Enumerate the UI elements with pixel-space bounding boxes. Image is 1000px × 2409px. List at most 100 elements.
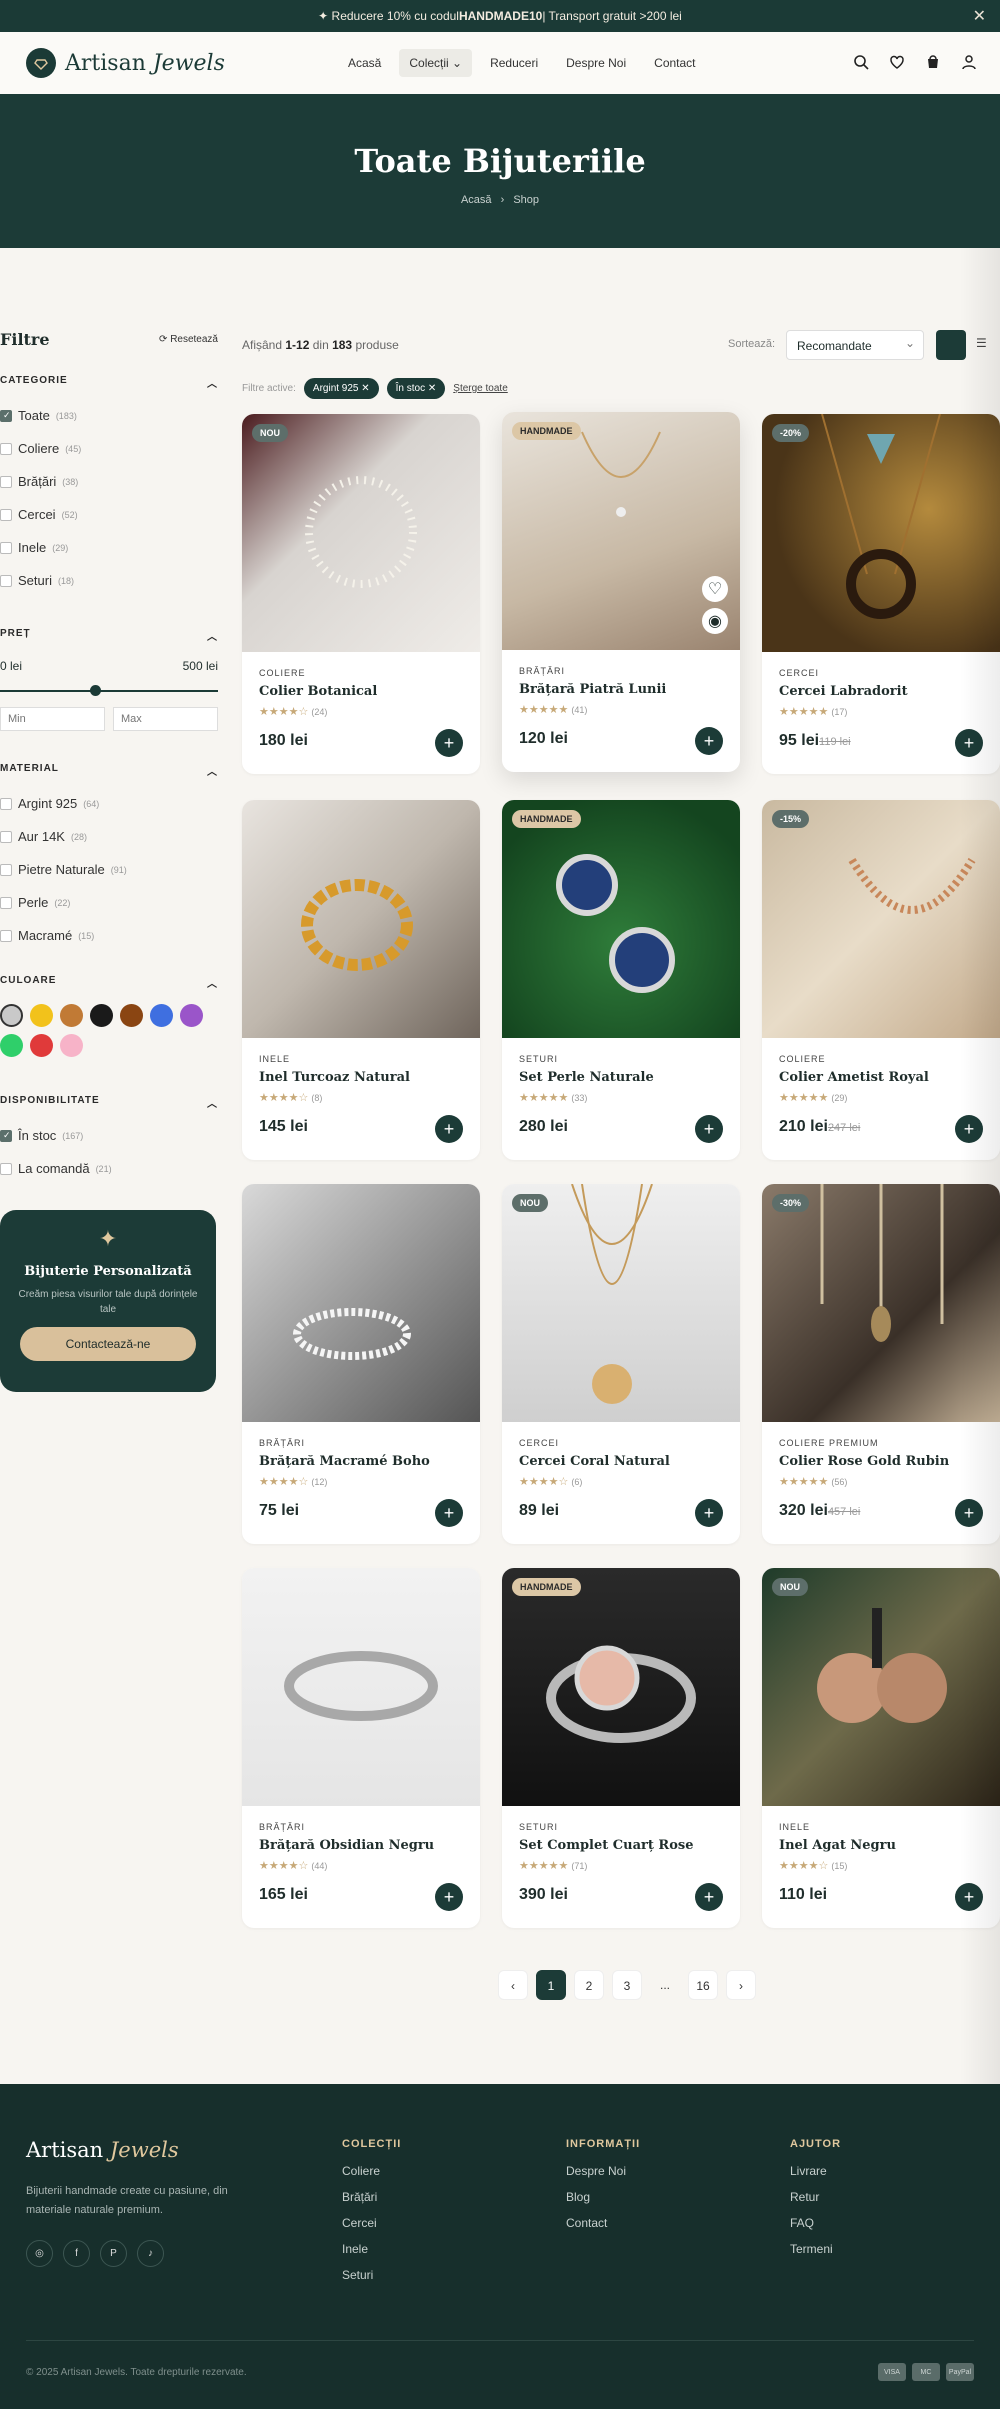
product-name[interactable]: Inel Turcoaz Natural bbox=[259, 1070, 480, 1085]
tiktok-icon[interactable]: ♪ bbox=[137, 2240, 164, 2267]
product-image[interactable] bbox=[242, 1184, 480, 1422]
add-to-cart-button[interactable]: + bbox=[695, 1883, 723, 1911]
checkbox[interactable] bbox=[0, 541, 12, 554]
add-to-cart-button[interactable]: + bbox=[695, 1499, 723, 1527]
footer-link[interactable]: Termeni bbox=[790, 2242, 841, 2256]
product-image[interactable] bbox=[242, 800, 480, 1038]
product-image[interactable] bbox=[242, 1568, 480, 1806]
footer-link[interactable]: Brățări bbox=[342, 2190, 401, 2204]
product-name[interactable]: Brățară Piatră Lunii bbox=[519, 682, 740, 697]
color-swatch[interactable] bbox=[120, 1004, 143, 1027]
footer-link[interactable]: Despre Noi bbox=[566, 2164, 640, 2178]
product-name[interactable]: Brățară Obsidian Negru bbox=[259, 1838, 480, 1853]
slider-handle[interactable] bbox=[89, 685, 101, 696]
color-swatch[interactable] bbox=[60, 1034, 83, 1057]
product-image[interactable]: HANDMADE bbox=[502, 1568, 740, 1806]
nav-item[interactable]: Reduceri bbox=[480, 49, 548, 77]
logo[interactable]: Artisan Jewels bbox=[26, 48, 225, 78]
nav-item[interactable]: Contact bbox=[644, 49, 705, 77]
filter-option[interactable]: Aur 14K (28) bbox=[0, 829, 218, 844]
product-card[interactable]: INELE Inel Turcoaz Natural ★★★★☆ (8) 145 le… bbox=[242, 800, 480, 1160]
checkbox[interactable] bbox=[0, 1162, 12, 1175]
price-max-input[interactable] bbox=[113, 707, 218, 731]
filter-option[interactable]: Cercei (52) bbox=[0, 507, 218, 522]
chevron-up-icon[interactable]: ︿ bbox=[207, 763, 218, 778]
filter-option[interactable]: Toate (183) bbox=[0, 408, 218, 423]
footer-link[interactable]: Seturi bbox=[342, 2268, 401, 2282]
checkbox[interactable] bbox=[0, 1129, 12, 1142]
price-slider[interactable] bbox=[0, 681, 218, 701]
filter-option[interactable]: Seturi (18) bbox=[0, 573, 218, 588]
footer-link[interactable]: Cercei bbox=[342, 2216, 401, 2230]
color-swatch[interactable] bbox=[0, 1004, 23, 1027]
close-icon[interactable]: ✕ bbox=[973, 6, 986, 26]
footer-link[interactable]: Inele bbox=[342, 2242, 401, 2256]
page-button[interactable]: 3 bbox=[612, 1970, 642, 2000]
product-card[interactable]: HANDMADE SETURI Set Complet Cuarț Rose ★★★★… bbox=[502, 1568, 740, 1928]
product-image[interactable]: NOU bbox=[242, 414, 480, 652]
add-to-cart-button[interactable]: + bbox=[435, 1499, 463, 1527]
checkbox[interactable] bbox=[0, 929, 12, 942]
product-card[interactable]: BRĂȚĂRI Brățară Obsidian Negru ★★★★☆ (44) 1… bbox=[242, 1568, 480, 1928]
color-swatch[interactable] bbox=[90, 1004, 113, 1027]
product-name[interactable]: Set Perle Naturale bbox=[519, 1070, 740, 1085]
footer-link[interactable]: Coliere bbox=[342, 2164, 401, 2178]
product-card[interactable]: NOU CERCEI Cercei Coral Natural ★★★★☆ (6) 89… bbox=[502, 1184, 740, 1544]
color-swatch[interactable] bbox=[30, 1034, 53, 1057]
page-button[interactable]: 2 bbox=[574, 1970, 604, 2000]
checkbox[interactable] bbox=[0, 863, 12, 876]
filter-option[interactable]: Argint 925 (64) bbox=[0, 796, 218, 811]
color-swatch[interactable] bbox=[60, 1004, 83, 1027]
product-name[interactable]: Set Complet Cuarț Rose bbox=[519, 1838, 740, 1853]
chevron-up-icon[interactable]: ︿ bbox=[207, 975, 218, 990]
reset-filters-button[interactable]: ⟳ Resetează bbox=[159, 334, 218, 345]
sort-select[interactable]: Recomandate bbox=[786, 330, 924, 360]
product-image[interactable]: NOU bbox=[502, 1184, 740, 1422]
product-name[interactable]: Brățară Macramé Boho bbox=[259, 1454, 480, 1469]
checkbox[interactable] bbox=[0, 409, 12, 422]
checkbox[interactable] bbox=[0, 475, 12, 488]
filter-option[interactable]: Brățări (38) bbox=[0, 474, 218, 489]
product-name[interactable]: Colier Botanical bbox=[259, 684, 480, 699]
chevron-up-icon[interactable]: ︿ bbox=[207, 375, 218, 390]
checkbox[interactable] bbox=[0, 797, 12, 810]
heart-icon[interactable] bbox=[888, 53, 906, 71]
filter-chip[interactable]: Argint 925 ✕ bbox=[303, 378, 379, 399]
instagram-icon[interactable]: ◎ bbox=[26, 2240, 53, 2267]
add-to-cart-button[interactable]: + bbox=[435, 1115, 463, 1143]
footer-link[interactable]: Blog bbox=[566, 2190, 640, 2204]
chevron-up-icon[interactable]: ︿ bbox=[207, 628, 218, 643]
filter-option[interactable]: În stoc (167) bbox=[0, 1128, 218, 1143]
pinterest-icon[interactable]: P bbox=[100, 2240, 127, 2267]
nav-item[interactable]: Despre Noi bbox=[556, 49, 636, 77]
user-icon[interactable] bbox=[960, 53, 978, 71]
next-page-button[interactable]: › bbox=[726, 1970, 756, 2000]
product-card[interactable]: BRĂȚĂRI Brățară Macramé Boho ★★★★☆ (12) 75 … bbox=[242, 1184, 480, 1544]
footer-link[interactable]: Livrare bbox=[790, 2164, 841, 2178]
quick-view-icon[interactable]: ◉ bbox=[702, 608, 728, 634]
product-name[interactable]: Cercei Coral Natural bbox=[519, 1454, 740, 1469]
filter-chip[interactable]: În stoc ✕ bbox=[386, 378, 446, 399]
checkbox[interactable] bbox=[0, 442, 12, 455]
search-icon[interactable] bbox=[852, 53, 870, 71]
product-card[interactable]: NOU COLIERE Colier Botanical ★★★★☆ (24) 180 … bbox=[242, 414, 480, 774]
footer-link[interactable]: FAQ bbox=[790, 2216, 841, 2230]
contact-button[interactable]: Contactează-ne bbox=[20, 1327, 196, 1361]
product-card[interactable]: HANDMADE SETURI Set Perle Naturale ★★★★★ (3… bbox=[502, 800, 740, 1160]
product-card[interactable]: HANDMADE ♡ ◉ BRĂȚĂRI Brățară Piatră Lunii ★★★… bbox=[502, 412, 740, 772]
checkbox[interactable] bbox=[0, 508, 12, 521]
price-min-input[interactable] bbox=[0, 707, 105, 731]
facebook-icon[interactable]: f bbox=[63, 2240, 90, 2267]
add-to-cart-button[interactable]: + bbox=[435, 729, 463, 757]
color-swatch[interactable] bbox=[150, 1004, 173, 1027]
filter-option[interactable]: La comandă (21) bbox=[0, 1161, 218, 1176]
filter-option[interactable]: Macramé (15) bbox=[0, 928, 218, 943]
filter-option[interactable]: Pietre Naturale (91) bbox=[0, 862, 218, 877]
page-button[interactable]: 16 bbox=[688, 1970, 718, 2000]
clear-filters-link[interactable]: Șterge toate bbox=[453, 383, 507, 394]
footer-link[interactable]: Contact bbox=[566, 2216, 640, 2230]
breadcrumb-home[interactable]: Acasă bbox=[461, 194, 492, 206]
checkbox[interactable] bbox=[0, 574, 12, 587]
add-to-cart-button[interactable]: + bbox=[695, 727, 723, 755]
add-to-cart-button[interactable]: + bbox=[695, 1115, 723, 1143]
